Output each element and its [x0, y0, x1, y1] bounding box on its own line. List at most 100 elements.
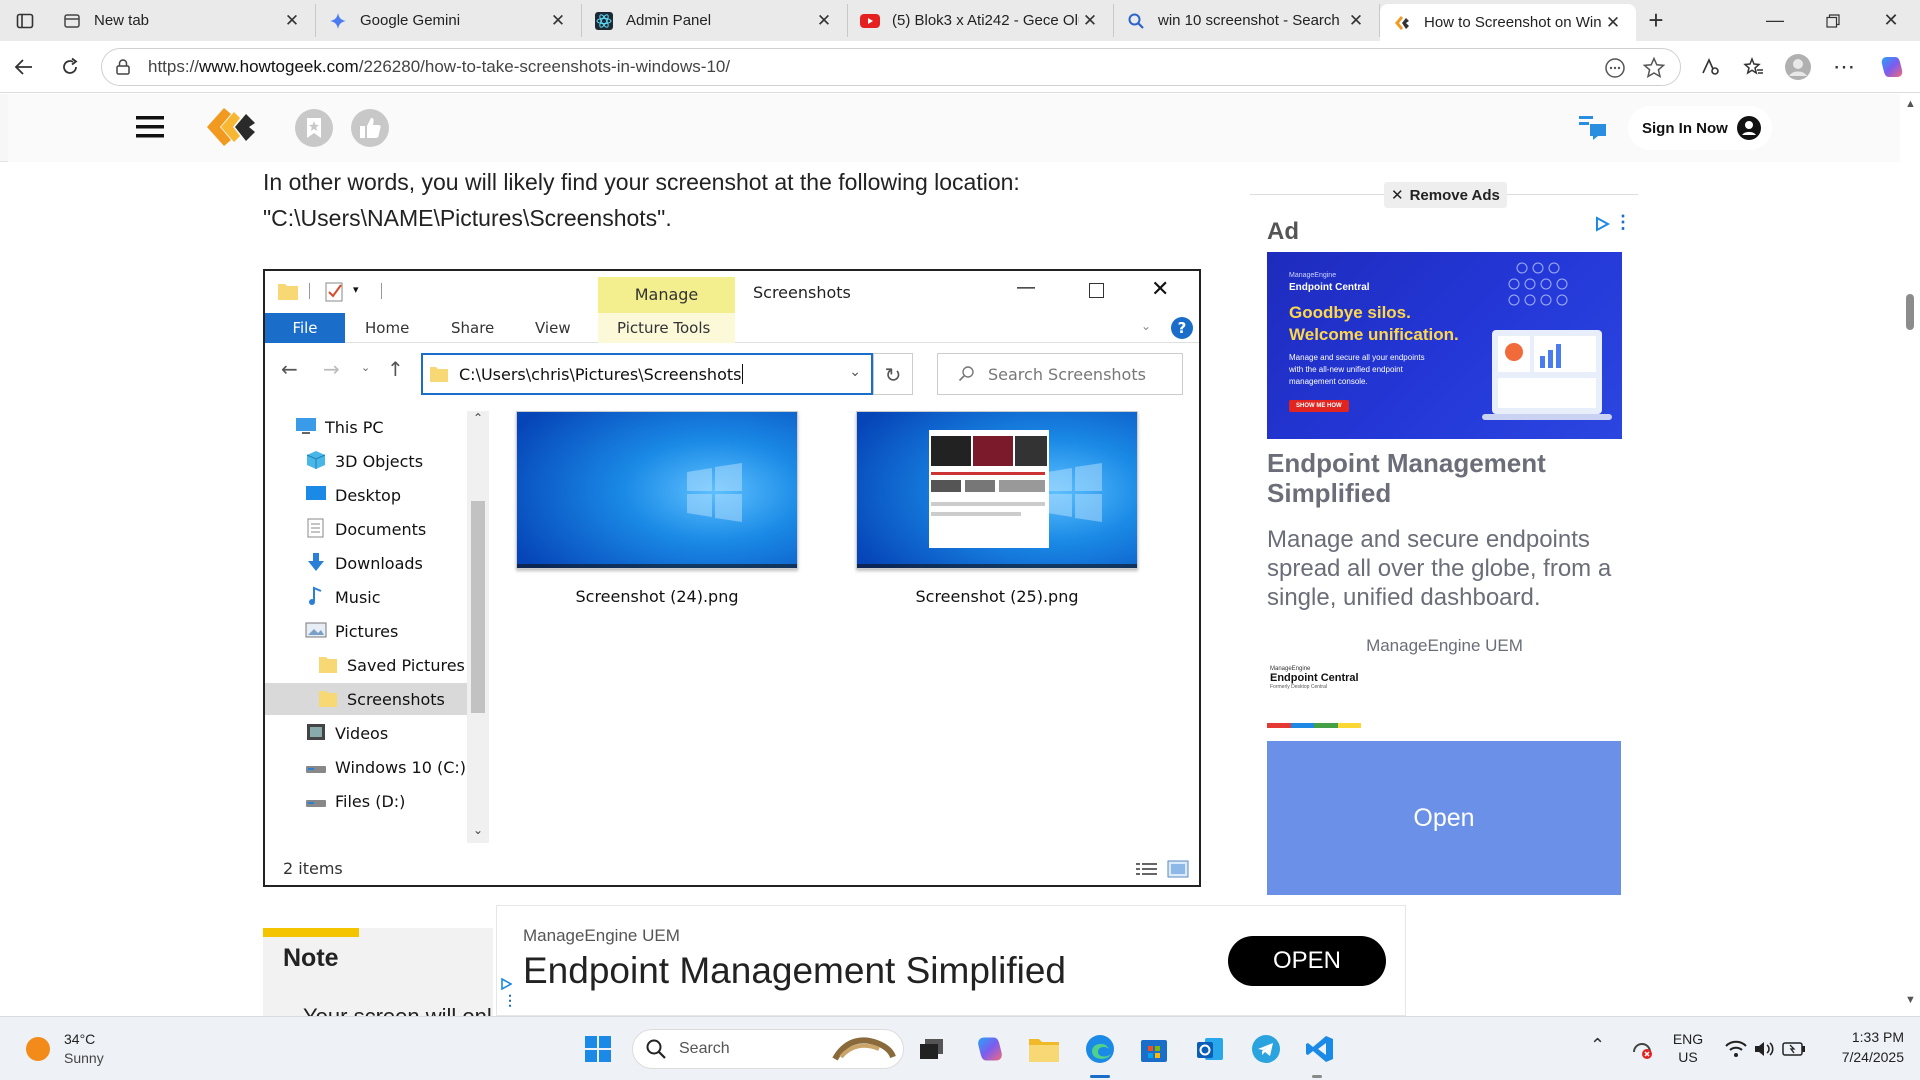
refresh-icon: ↻ [873, 353, 913, 395]
ribbon-tab-home: Home [365, 319, 410, 337]
htg-logo[interactable] [204, 104, 258, 150]
tab-search[interactable]: win 10 screenshot - Search ✕ [1114, 4, 1380, 37]
microsoft-store-app-icon[interactable] [1136, 1031, 1172, 1067]
file-explorer-app-icon[interactable] [1026, 1031, 1062, 1067]
restore-button[interactable] [1804, 0, 1862, 41]
ribbon-tab-view: View [535, 319, 571, 337]
search-icon [1126, 11, 1146, 31]
favorites-button[interactable] [1738, 51, 1770, 83]
sign-in-button[interactable]: Sign In Now [1628, 106, 1772, 150]
windows-start-icon[interactable] [580, 1031, 616, 1067]
task-view-icon[interactable] [914, 1031, 950, 1067]
bottom-ad-banner[interactable]: ManageEngine UEM Endpoint Management Sim… [496, 905, 1406, 1016]
telegram-app-icon[interactable] [1248, 1031, 1284, 1067]
ad-banner-image[interactable]: ManageEngine Endpoint Central Goodbye si… [1267, 252, 1622, 439]
close-tab-icon[interactable]: ✕ [1079, 11, 1101, 31]
taskbar-search-box[interactable]: Search [632, 1029, 904, 1069]
nav-item-music: Music [265, 581, 467, 613]
security-alert-icon[interactable] [1624, 1031, 1660, 1067]
minimize-button[interactable]: ― [1746, 0, 1804, 41]
ad-options-icon[interactable]: ⋮ [503, 992, 517, 1009]
nav-item-pictures: Pictures [265, 615, 467, 647]
url-field[interactable]: https://www.howtogeek.com/226280/how-to-… [101, 48, 1681, 86]
search-icon [958, 366, 974, 382]
refresh-icon [63, 57, 78, 74]
nav-item-label: This PC [325, 417, 384, 437]
copilot-app-icon[interactable] [972, 1031, 1008, 1067]
banner-product: Endpoint Central [1289, 282, 1370, 293]
favorite-star-icon[interactable] [1642, 56, 1666, 80]
scroll-down-arrow-icon[interactable]: ▼ [1905, 994, 1916, 1006]
clock[interactable]: 1:33 PM 7/24/2025 [1814, 1029, 1904, 1065]
tab-actions-button[interactable] [0, 0, 50, 41]
tab-youtube[interactable]: (5) Blok3 x Ati242 - Gece Olu ✕ [848, 4, 1114, 37]
remove-ads-button[interactable]: ✕ Remove Ads [1384, 182, 1507, 208]
explorer-path-field: C:\Users\chris\Pictures\Screenshots ⌄ [421, 353, 873, 395]
new-tab-button[interactable]: + [1636, 0, 1676, 41]
explorer-search-field: Search Screenshots [937, 353, 1183, 395]
search-highlight-icon [832, 1037, 896, 1061]
adchoices-icon[interactable] [500, 978, 512, 990]
refresh-button[interactable] [54, 51, 86, 83]
close-tab-icon[interactable]: ✕ [281, 11, 303, 31]
close-tab-icon[interactable]: ✕ [1345, 11, 1367, 31]
close-tab-icon[interactable]: ✕ [813, 11, 835, 31]
scroll-thumb[interactable] [1906, 294, 1914, 330]
tab-google-gemini[interactable]: Google Gemini ✕ [316, 4, 582, 37]
gemini-icon [328, 11, 348, 31]
bookmark-icon[interactable] [294, 108, 334, 148]
read-aloud-button[interactable] [1694, 51, 1726, 83]
page-scrollbar[interactable]: ▲ ▼ [1900, 94, 1920, 1016]
banner-headline: Goodbye silos. [1289, 303, 1411, 322]
nav-item-downloads: Downloads [265, 547, 467, 579]
bottom-ad-open-button[interactable]: OPEN [1228, 936, 1386, 986]
close-tab-icon[interactable]: ✕ [1602, 13, 1624, 33]
remove-ads-label: Remove Ads [1409, 186, 1500, 204]
close-tab-icon[interactable]: ✕ [547, 11, 569, 31]
more-dots-icon: ⋯ [1833, 54, 1855, 79]
ad-options-icon[interactable]: ⋮ [1614, 212, 1632, 233]
explorer-title-bar: ▾ Manage Screenshots ― ✕ [265, 271, 1199, 313]
bottom-ad-headline[interactable]: Endpoint Management Simplified [523, 950, 1066, 992]
battery-icon[interactable] [1776, 1031, 1812, 1067]
weather-temp[interactable]: 34°C [64, 1031, 95, 1047]
close-window-button[interactable]: ✕ [1862, 0, 1920, 41]
edge-app-icon[interactable] [1082, 1031, 1118, 1067]
banner-cta: SHOW ME HOW [1289, 400, 1349, 412]
hamburger-menu-icon[interactable] [136, 114, 164, 140]
file-name: Screenshot (25).png [915, 587, 1079, 606]
youtube-icon [860, 11, 880, 31]
vscode-app-icon[interactable] [1302, 1031, 1338, 1067]
brand-color-stripe [1267, 723, 1361, 728]
explorer-navigation-pane: This PC 3D Objects Desktop Documents Downloa… [265, 411, 495, 843]
language-indicator[interactable]: ENG US [1670, 1031, 1706, 1065]
ad-heading[interactable]: Endpoint Management Simplified [1267, 448, 1622, 508]
large-icons-view-icon [1167, 860, 1189, 878]
profile-button[interactable] [1782, 51, 1814, 83]
tab-howtogeek[interactable]: How to Screenshot on Wind ✕ [1380, 4, 1636, 41]
reader-options-icon[interactable] [1604, 57, 1626, 79]
nav-item-label: Saved Pictures [347, 655, 465, 675]
ad-open-button[interactable]: Open [1267, 741, 1621, 895]
note-accent-bar [263, 928, 359, 937]
plus-icon: + [1648, 5, 1664, 35]
weather-desc[interactable]: Sunny [64, 1050, 104, 1066]
thumbs-up-icon[interactable] [350, 108, 390, 148]
show-hidden-icons-chevron-icon[interactable]: ⌃ [1590, 1035, 1605, 1056]
scroll-up-arrow-icon[interactable]: ▲ [1905, 98, 1916, 110]
messages-icon[interactable] [1578, 114, 1608, 142]
back-button[interactable] [8, 51, 40, 83]
site-info-icon[interactable] [114, 58, 148, 76]
tab-admin-panel[interactable]: Admin Panel ✕ [582, 4, 848, 37]
outlook-app-icon[interactable] [1192, 1031, 1228, 1067]
adchoices-icon[interactable] [1594, 216, 1610, 232]
copilot-button[interactable] [1876, 51, 1908, 83]
recent-dropdown-icon: ⌄ [361, 361, 371, 374]
sun-weather-icon[interactable] [26, 1037, 50, 1061]
banner-headline: Welcome unification. [1289, 325, 1459, 344]
file-explorer-screenshot: ▾ Manage Screenshots ― ✕ File Home Share… [263, 269, 1201, 887]
tab-new-tab[interactable]: New tab ✕ [50, 4, 316, 37]
settings-more-button[interactable]: ⋯ [1828, 51, 1860, 83]
search-placeholder: Search [679, 1040, 730, 1057]
browser-tab-bar: New tab ✕ Google Gemini ✕ Admin Panel ✕ … [0, 0, 1920, 41]
